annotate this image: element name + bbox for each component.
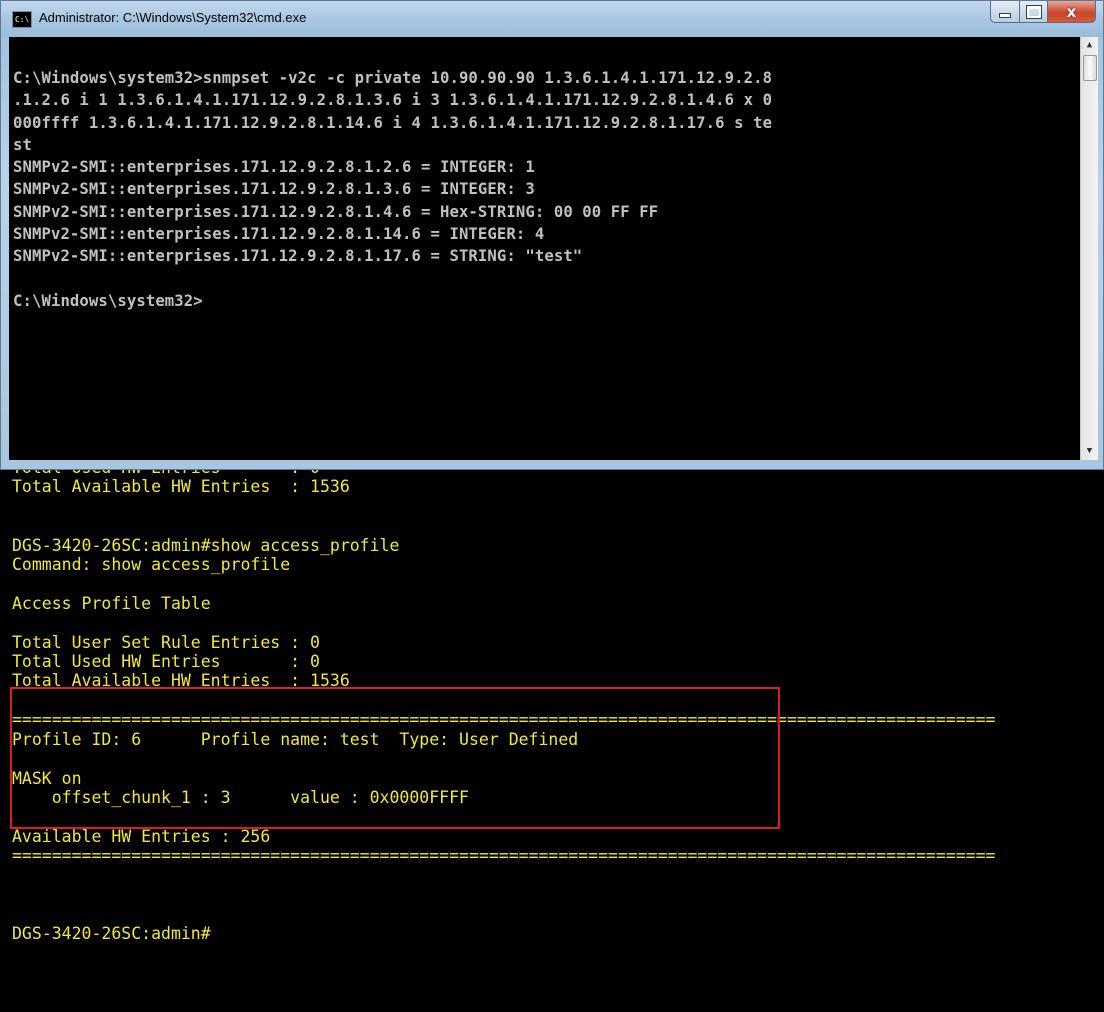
switch-output-text: Total Used HW Entries : 0 Total Availabl… [12, 470, 996, 943]
close-icon: x [1066, 2, 1077, 21]
switch-terminal[interactable]: Total Used HW Entries : 0 Total Availabl… [0, 470, 1104, 1012]
window-controls: x [990, 1, 1096, 23]
cmd-console[interactable]: C:\Windows\system32>snmpset -v2c -c priv… [9, 37, 1080, 460]
scroll-down-icon[interactable]: ▼ [1081, 443, 1098, 460]
maximize-icon [1025, 4, 1042, 19]
scroll-up-icon[interactable]: ▲ [1081, 37, 1098, 54]
close-button[interactable]: x [1048, 1, 1096, 23]
cmd-window: C:\ Administrator: C:\Windows\System32\c… [0, 0, 1104, 470]
cmd-app-icon[interactable]: C:\ [12, 11, 32, 28]
cmd-output-text: C:\Windows\system32>snmpset -v2c -c priv… [13, 69, 773, 310]
vertical-scrollbar[interactable]: ▲ ▼ [1080, 37, 1098, 460]
minimize-button[interactable] [990, 1, 1020, 23]
title-bar[interactable]: C:\ Administrator: C:\Windows\System32\c… [1, 1, 1103, 37]
minimize-icon [999, 12, 1011, 18]
window-title: Administrator: C:\Windows\System32\cmd.e… [39, 10, 307, 25]
scroll-thumb[interactable] [1083, 55, 1097, 81]
maximize-button[interactable] [1020, 1, 1048, 23]
